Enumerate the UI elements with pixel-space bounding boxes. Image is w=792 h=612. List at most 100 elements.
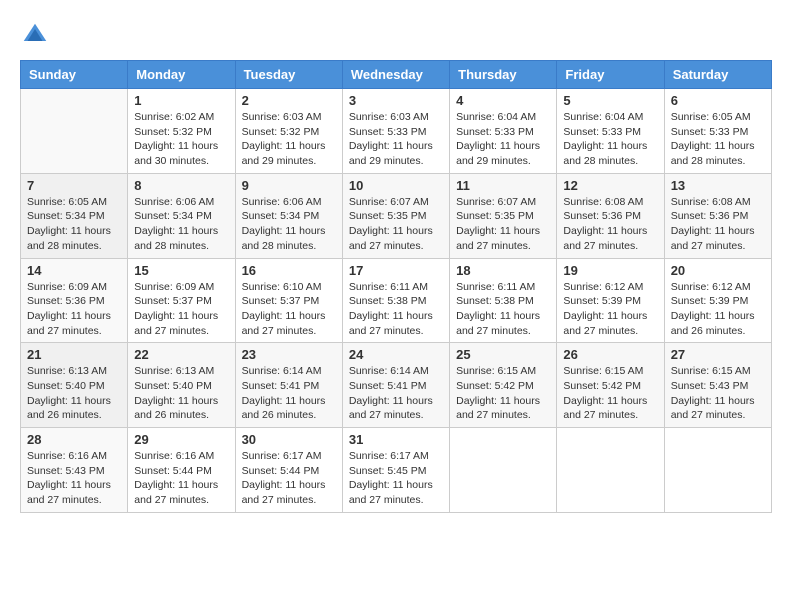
- calendar-cell: [557, 428, 664, 513]
- day-info: Sunrise: 6:16 AM Sunset: 5:43 PM Dayligh…: [27, 449, 121, 508]
- day-number: 14: [27, 263, 121, 278]
- day-of-week-header: Sunday: [21, 61, 128, 89]
- calendar-cell: 20 Sunrise: 6:12 AM Sunset: 5:39 PM Dayli…: [664, 258, 771, 343]
- day-number: 9: [242, 178, 336, 193]
- day-number: 31: [349, 432, 443, 447]
- day-info: Sunrise: 6:04 AM Sunset: 5:33 PM Dayligh…: [563, 110, 657, 169]
- calendar-cell: 5 Sunrise: 6:04 AM Sunset: 5:33 PM Daylig…: [557, 89, 664, 174]
- day-number: 22: [134, 347, 228, 362]
- calendar-cell: 25 Sunrise: 6:15 AM Sunset: 5:42 PM Dayli…: [450, 343, 557, 428]
- calendar-cell: 16 Sunrise: 6:10 AM Sunset: 5:37 PM Dayli…: [235, 258, 342, 343]
- day-info: Sunrise: 6:17 AM Sunset: 5:44 PM Dayligh…: [242, 449, 336, 508]
- day-number: 20: [671, 263, 765, 278]
- calendar-cell: 31 Sunrise: 6:17 AM Sunset: 5:45 PM Dayli…: [342, 428, 449, 513]
- day-number: 13: [671, 178, 765, 193]
- day-number: 16: [242, 263, 336, 278]
- day-number: 30: [242, 432, 336, 447]
- day-of-week-header: Tuesday: [235, 61, 342, 89]
- day-info: Sunrise: 6:08 AM Sunset: 5:36 PM Dayligh…: [563, 195, 657, 254]
- day-info: Sunrise: 6:05 AM Sunset: 5:33 PM Dayligh…: [671, 110, 765, 169]
- day-of-week-header: Friday: [557, 61, 664, 89]
- day-number: 19: [563, 263, 657, 278]
- day-info: Sunrise: 6:12 AM Sunset: 5:39 PM Dayligh…: [563, 280, 657, 339]
- day-info: Sunrise: 6:05 AM Sunset: 5:34 PM Dayligh…: [27, 195, 121, 254]
- calendar-cell: 7 Sunrise: 6:05 AM Sunset: 5:34 PM Daylig…: [21, 173, 128, 258]
- calendar-cell: 17Sunrise: 6:11 AM Sunset: 5:38 PM Dayli…: [342, 258, 449, 343]
- calendar-cell: 29 Sunrise: 6:16 AM Sunset: 5:44 PM Dayli…: [128, 428, 235, 513]
- calendar-cell: 19 Sunrise: 6:12 AM Sunset: 5:39 PM Dayli…: [557, 258, 664, 343]
- day-number: 10: [349, 178, 443, 193]
- day-info: Sunrise: 6:14 AM Sunset: 5:41 PM Dayligh…: [242, 364, 336, 423]
- day-number: 12: [563, 178, 657, 193]
- calendar-cell: 26Sunrise: 6:15 AM Sunset: 5:42 PM Dayli…: [557, 343, 664, 428]
- day-number: 4: [456, 93, 550, 108]
- calendar-cell: 3Sunrise: 6:03 AM Sunset: 5:33 PM Daylig…: [342, 89, 449, 174]
- calendar-cell: 24 Sunrise: 6:14 AM Sunset: 5:41 PM Dayli…: [342, 343, 449, 428]
- day-info: Sunrise: 6:09 AM Sunset: 5:36 PM Dayligh…: [27, 280, 121, 339]
- day-number: 15: [134, 263, 228, 278]
- page-header: [20, 20, 772, 50]
- logo-icon: [20, 20, 50, 50]
- calendar-cell: 13 Sunrise: 6:08 AM Sunset: 5:36 PM Dayli…: [664, 173, 771, 258]
- calendar-week-row: 21 Sunrise: 6:13 AM Sunset: 5:40 PM Dayli…: [21, 343, 772, 428]
- calendar-cell: 2Sunrise: 6:03 AM Sunset: 5:32 PM Daylig…: [235, 89, 342, 174]
- day-of-week-header: Monday: [128, 61, 235, 89]
- day-of-week-header: Thursday: [450, 61, 557, 89]
- day-info: Sunrise: 6:13 AM Sunset: 5:40 PM Dayligh…: [27, 364, 121, 423]
- calendar-cell: 22 Sunrise: 6:13 AM Sunset: 5:40 PM Dayli…: [128, 343, 235, 428]
- day-number: 29: [134, 432, 228, 447]
- day-number: 6: [671, 93, 765, 108]
- day-info: Sunrise: 6:07 AM Sunset: 5:35 PM Dayligh…: [349, 195, 443, 254]
- day-number: 8: [134, 178, 228, 193]
- calendar-cell: 12 Sunrise: 6:08 AM Sunset: 5:36 PM Dayli…: [557, 173, 664, 258]
- day-number: 5: [563, 93, 657, 108]
- calendar-cell: 23Sunrise: 6:14 AM Sunset: 5:41 PM Dayli…: [235, 343, 342, 428]
- day-info: Sunrise: 6:13 AM Sunset: 5:40 PM Dayligh…: [134, 364, 228, 423]
- logo: [20, 20, 54, 50]
- day-of-week-header: Saturday: [664, 61, 771, 89]
- day-number: 1: [134, 93, 228, 108]
- day-info: Sunrise: 6:08 AM Sunset: 5:36 PM Dayligh…: [671, 195, 765, 254]
- calendar-cell: 30 Sunrise: 6:17 AM Sunset: 5:44 PM Dayli…: [235, 428, 342, 513]
- calendar-cell: 10 Sunrise: 6:07 AM Sunset: 5:35 PM Dayli…: [342, 173, 449, 258]
- day-number: 18: [456, 263, 550, 278]
- day-info: Sunrise: 6:06 AM Sunset: 5:34 PM Dayligh…: [242, 195, 336, 254]
- day-info: Sunrise: 6:16 AM Sunset: 5:44 PM Dayligh…: [134, 449, 228, 508]
- day-info: Sunrise: 6:07 AM Sunset: 5:35 PM Dayligh…: [456, 195, 550, 254]
- day-info: Sunrise: 6:06 AM Sunset: 5:34 PM Dayligh…: [134, 195, 228, 254]
- calendar-cell: 8 Sunrise: 6:06 AM Sunset: 5:34 PM Daylig…: [128, 173, 235, 258]
- calendar-cell: 4 Sunrise: 6:04 AM Sunset: 5:33 PM Daylig…: [450, 89, 557, 174]
- day-info: Sunrise: 6:12 AM Sunset: 5:39 PM Dayligh…: [671, 280, 765, 339]
- calendar-cell: 28Sunrise: 6:16 AM Sunset: 5:43 PM Dayli…: [21, 428, 128, 513]
- calendar-cell: 1 Sunrise: 6:02 AM Sunset: 5:32 PM Daylig…: [128, 89, 235, 174]
- calendar-cell: 11Sunrise: 6:07 AM Sunset: 5:35 PM Dayli…: [450, 173, 557, 258]
- day-info: Sunrise: 6:15 AM Sunset: 5:42 PM Dayligh…: [456, 364, 550, 423]
- calendar-week-row: 1 Sunrise: 6:02 AM Sunset: 5:32 PM Daylig…: [21, 89, 772, 174]
- day-number: 24: [349, 347, 443, 362]
- day-info: Sunrise: 6:14 AM Sunset: 5:41 PM Dayligh…: [349, 364, 443, 423]
- calendar-cell: [664, 428, 771, 513]
- day-number: 21: [27, 347, 121, 362]
- calendar-cell: 9 Sunrise: 6:06 AM Sunset: 5:34 PM Daylig…: [235, 173, 342, 258]
- calendar-week-row: 28Sunrise: 6:16 AM Sunset: 5:43 PM Dayli…: [21, 428, 772, 513]
- day-info: Sunrise: 6:09 AM Sunset: 5:37 PM Dayligh…: [134, 280, 228, 339]
- day-number: 26: [563, 347, 657, 362]
- day-info: Sunrise: 6:03 AM Sunset: 5:32 PM Dayligh…: [242, 110, 336, 169]
- calendar-cell: 21 Sunrise: 6:13 AM Sunset: 5:40 PM Dayli…: [21, 343, 128, 428]
- day-info: Sunrise: 6:03 AM Sunset: 5:33 PM Dayligh…: [349, 110, 443, 169]
- day-info: Sunrise: 6:04 AM Sunset: 5:33 PM Dayligh…: [456, 110, 550, 169]
- day-info: Sunrise: 6:17 AM Sunset: 5:45 PM Dayligh…: [349, 449, 443, 508]
- calendar-cell: 18Sunrise: 6:11 AM Sunset: 5:38 PM Dayli…: [450, 258, 557, 343]
- calendar-cell: 6 Sunrise: 6:05 AM Sunset: 5:33 PM Daylig…: [664, 89, 771, 174]
- calendar-week-row: 7 Sunrise: 6:05 AM Sunset: 5:34 PM Daylig…: [21, 173, 772, 258]
- calendar-cell: 14 Sunrise: 6:09 AM Sunset: 5:36 PM Dayli…: [21, 258, 128, 343]
- calendar-cell: [450, 428, 557, 513]
- calendar-cell: [21, 89, 128, 174]
- calendar-header-row: SundayMondayTuesdayWednesdayThursdayFrid…: [21, 61, 772, 89]
- day-info: Sunrise: 6:10 AM Sunset: 5:37 PM Dayligh…: [242, 280, 336, 339]
- day-number: 7: [27, 178, 121, 193]
- day-number: 25: [456, 347, 550, 362]
- day-info: Sunrise: 6:02 AM Sunset: 5:32 PM Dayligh…: [134, 110, 228, 169]
- day-info: Sunrise: 6:11 AM Sunset: 5:38 PM Dayligh…: [349, 280, 443, 339]
- calendar-week-row: 14 Sunrise: 6:09 AM Sunset: 5:36 PM Dayli…: [21, 258, 772, 343]
